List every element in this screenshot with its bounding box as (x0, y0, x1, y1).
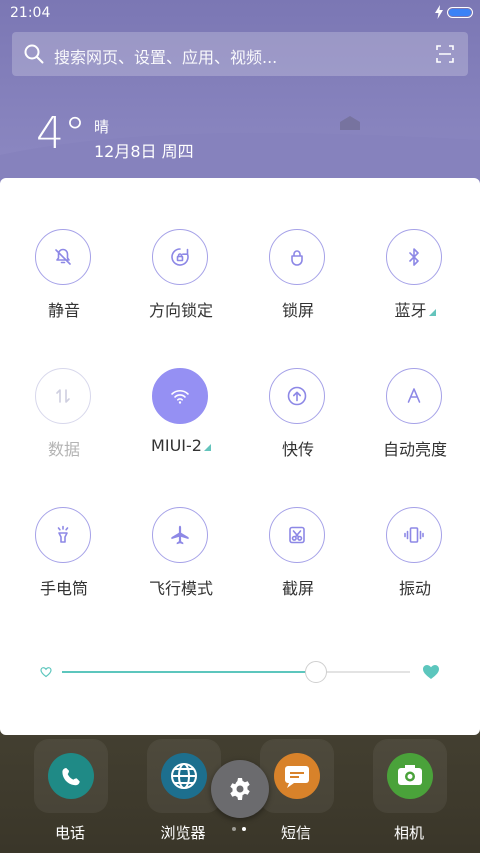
toggle-label-text: 自动亮度 (382, 440, 447, 459)
toggle-label-text: 飞行模式 (148, 579, 213, 598)
weather-date: 12月8日 周四 (94, 142, 194, 161)
toggle-label: 静音 (6, 297, 122, 321)
weather-condition: 晴 (94, 118, 110, 136)
search-icon (24, 44, 44, 64)
dock-app-camera[interactable]: 相机 (359, 735, 459, 853)
toggle-label-text: MIUI-2 (151, 436, 202, 455)
flashlight-icon (57, 525, 69, 543)
search-placeholder: 搜索网页、设置、应用、视频... (54, 48, 278, 67)
brightness-high-icon (423, 665, 439, 679)
slider-knob[interactable] (305, 661, 328, 683)
toggle-mute-button[interactable] (35, 229, 91, 285)
slider-fill (62, 671, 317, 673)
toggle-quick-transfer-button[interactable] (269, 368, 325, 424)
toggle-label: 截屏 (240, 575, 356, 599)
toggle-label: 手电筒 (6, 575, 122, 599)
toggle-label-text: 手电筒 (39, 579, 88, 598)
rotation-lock-icon (171, 248, 189, 266)
toggle-label: 数据 (6, 436, 122, 460)
brightness-slider[interactable] (40, 660, 440, 684)
app-label: 浏览器 (160, 824, 206, 842)
page-dot-active (242, 827, 246, 831)
wifi-icon (171, 390, 189, 404)
toggle-label: MIUI-2 (123, 436, 239, 455)
toggle-label: 锁屏 (240, 297, 356, 321)
toggle-label-text: 蓝牙 (394, 301, 427, 320)
toggle-wifi[interactable]: MIUI-2 (123, 368, 239, 478)
message-icon (274, 753, 320, 799)
toggle-lock-screen[interactable]: 锁屏 (240, 229, 356, 339)
toggle-label-text: 静音 (47, 301, 80, 320)
toggle-lock-screen-button[interactable] (269, 229, 325, 285)
airplane-icon (171, 525, 189, 545)
phone-icon (48, 753, 94, 799)
toggle-label: 快传 (240, 436, 356, 460)
weather-temperature: 4° (36, 108, 86, 159)
toggle-flashlight-button[interactable] (35, 507, 91, 563)
auto-brightness-icon (407, 388, 421, 403)
data-arrows-icon (56, 389, 70, 403)
toggle-airplane[interactable]: 飞行模式 (123, 507, 239, 617)
app-label: 电话 (54, 824, 85, 842)
search-bar[interactable]: 搜索网页、设置、应用、视频... (12, 32, 468, 76)
toggle-label: 蓝牙 (357, 297, 473, 321)
globe-icon (161, 753, 207, 799)
toggle-label-text: 快传 (281, 440, 314, 459)
toggle-label: 方向锁定 (123, 297, 239, 321)
toggle-rotation-lock[interactable]: 方向锁定 (123, 229, 239, 339)
toggle-label-text: 数据 (47, 440, 80, 459)
toggle-flashlight[interactable]: 手电筒 (6, 507, 122, 617)
scissors-icon (289, 526, 305, 544)
toggle-bluetooth-button[interactable] (386, 229, 442, 285)
toggle-mute[interactable]: 静音 (6, 229, 122, 339)
toggle-rotation-lock-button[interactable] (152, 229, 208, 285)
submenu-indicator-icon[interactable] (428, 309, 436, 316)
settings-button[interactable] (211, 760, 269, 818)
submenu-indicator-icon[interactable] (203, 444, 211, 451)
toggle-mobile-data-button[interactable] (35, 368, 91, 424)
toggle-screenshot[interactable]: 截屏 (240, 507, 356, 617)
dock-app-phone[interactable]: 电话 (20, 735, 120, 853)
toggle-label: 飞行模式 (123, 575, 239, 599)
toggle-wifi-button[interactable] (152, 368, 208, 424)
status-bar: 21:04 (0, 0, 480, 26)
toggle-auto-brightness[interactable]: 自动亮度 (357, 368, 473, 478)
upload-icon (287, 386, 307, 406)
toggle-vibrate[interactable]: 振动 (357, 507, 473, 617)
bluetooth-icon (409, 248, 419, 266)
quick-settings-panel: 静音 方向锁定 锁屏 蓝牙数据 MIUI-2 快传 自动亮度手电筒 飞行模式 截屏 振动 (0, 178, 480, 735)
toggle-quick-transfer[interactable]: 快传 (240, 368, 356, 478)
page-indicator (232, 827, 248, 833)
toggle-auto-brightness-button[interactable] (386, 368, 442, 424)
page-dot (232, 827, 236, 831)
bell-off-icon (55, 248, 71, 265)
lock-icon (291, 250, 303, 266)
app-label: 相机 (393, 824, 424, 842)
toggle-label: 自动亮度 (357, 436, 473, 460)
brightness-low-icon (40, 667, 52, 678)
toggle-vibrate-button[interactable] (386, 507, 442, 563)
toggle-label-text: 截屏 (281, 579, 314, 598)
battery-icon (447, 7, 473, 18)
toggle-label-text: 方向锁定 (148, 301, 213, 320)
toggle-label: 振动 (357, 575, 473, 599)
scan-icon[interactable] (436, 45, 454, 63)
toggle-screenshot-button[interactable] (269, 507, 325, 563)
clock: 21:04 (10, 5, 51, 21)
toggle-airplane-button[interactable] (152, 507, 208, 563)
toggle-bluetooth[interactable]: 蓝牙 (357, 229, 473, 339)
camera-icon (387, 753, 433, 799)
app-label: 短信 (280, 824, 311, 842)
toggle-label-text: 振动 (398, 579, 431, 598)
gear-icon (230, 778, 250, 800)
toggle-mobile-data[interactable]: 数据 (6, 368, 122, 478)
toggle-label-text: 锁屏 (281, 301, 314, 320)
vibrate-icon (404, 527, 424, 543)
charging-icon (435, 5, 443, 19)
